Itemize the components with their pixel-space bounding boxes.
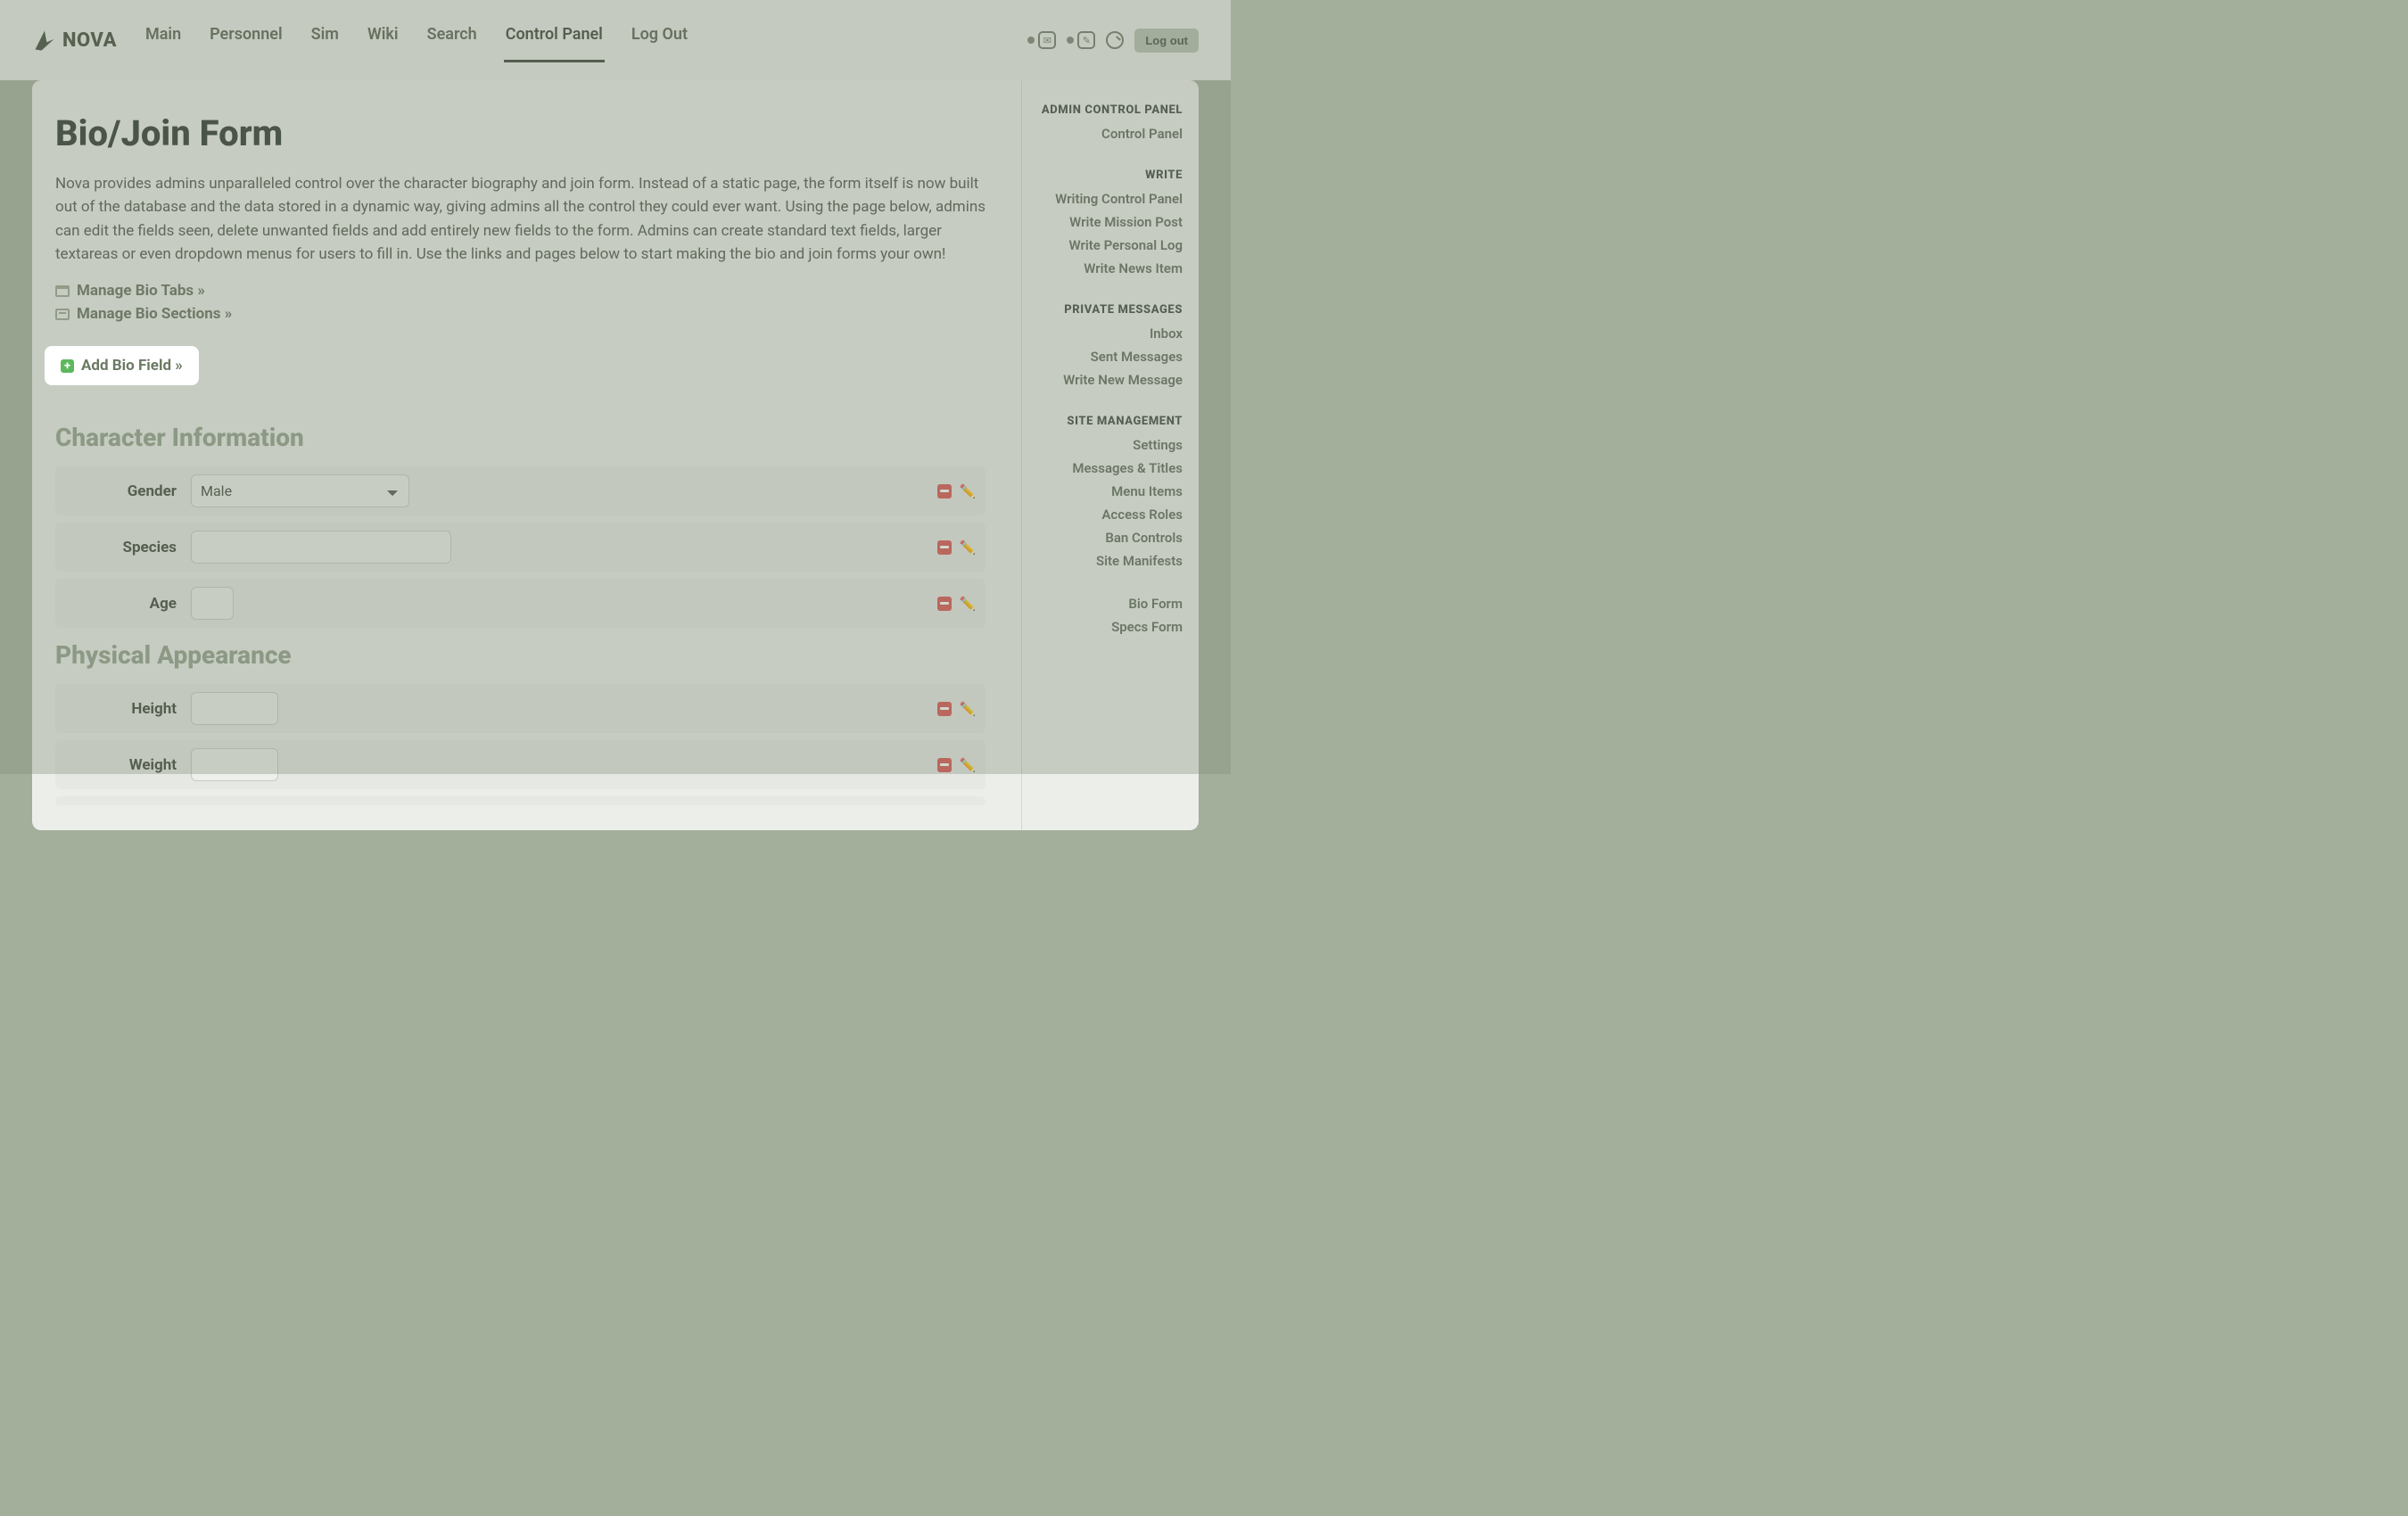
sidebar-link[interactable]: Write Personal Log [1022,237,1183,253]
field-input[interactable] [191,587,234,620]
sections-icon [55,307,70,321]
sidebar-link[interactable]: Messages & Titles [1022,460,1183,476]
form-row: Age ✏️ [55,579,985,628]
sidebar-link[interactable]: Sent Messages [1022,349,1183,365]
page-intro: Nova provides admins unparalleled contro… [55,172,985,266]
edit-icon[interactable]: ✏️ [961,758,975,772]
sidebar-link[interactable]: Bio Form [1022,596,1183,612]
nav-link[interactable]: Sim [309,18,341,62]
delete-icon[interactable] [937,758,952,772]
sidebar-link[interactable]: Specs Form [1022,619,1183,635]
field-input[interactable] [191,692,278,725]
nav-link[interactable]: Main [144,18,183,62]
form-row [55,796,985,805]
field-label: Age [66,595,191,613]
edit-icon[interactable]: ✏️ [961,597,975,611]
sidebar-link[interactable]: Write New Message [1022,372,1183,388]
field-select[interactable]: Male [191,474,409,507]
sidebar-heading: SITE MANAGEMENT [1022,415,1183,428]
nav-link[interactable]: Control Panel [504,18,605,62]
form-row: Weight ✏️ [55,740,985,789]
sidebar-link[interactable]: Inbox [1022,325,1183,342]
status-dot-icon [1027,37,1035,44]
plus-icon: + [61,359,74,373]
sidebar: ADMIN CONTROL PANEL Control Panel WRITE Wri… [1022,80,1199,830]
writing-indicator[interactable]: ✎ [1067,31,1095,49]
tabs-icon [55,284,70,298]
top-navigation: NOVA Main Personnel Sim Wiki Search Control P… [0,0,1231,80]
sidebar-link[interactable]: Access Roles [1022,507,1183,523]
primary-nav: Main Personnel Sim Wiki Search Control Panel L… [144,18,1027,62]
brand-text: NOVA [62,29,117,52]
logout-button[interactable]: Log out [1134,29,1199,53]
sidebar-group: Bio Form Specs Form [1022,596,1183,635]
nav-link[interactable]: Personnel [208,18,285,62]
field-label: Height [66,700,191,718]
brand-logo[interactable]: NOVA [32,28,117,53]
sidebar-link[interactable]: Control Panel [1022,126,1183,142]
sidebar-group: SITE MANAGEMENT Settings Messages & Titles… [1022,415,1183,569]
sidebar-link[interactable]: Writing Control Panel [1022,191,1183,207]
sidebar-link[interactable]: Write News Item [1022,260,1183,276]
field-label: Weight [66,756,191,774]
edit-icon[interactable]: ✏️ [961,540,975,555]
manage-links: Manage Bio Tabs » Manage Bio Sections » [55,282,985,323]
sidebar-heading: PRIVATE MESSAGES [1022,303,1183,317]
delete-icon[interactable] [937,484,952,498]
sidebar-link[interactable]: Settings [1022,437,1183,453]
section-title: Character Information [55,423,985,452]
sidebar-heading: ADMIN CONTROL PANEL [1022,103,1183,117]
edit-icon[interactable]: ✏️ [961,484,975,498]
inbox-indicator[interactable]: ✉ [1027,31,1056,49]
sidebar-group: ADMIN CONTROL PANEL Control Panel [1022,103,1183,142]
top-right-controls: ✉ ✎ Log out [1027,29,1199,53]
manage-bio-sections-link[interactable]: Manage Bio Sections » [77,305,232,323]
nav-link[interactable]: Search [425,18,479,62]
page-title: Bio/Join Form [55,112,985,154]
envelope-icon: ✉ [1038,31,1056,49]
field-label: Species [66,539,191,556]
section-title: Physical Appearance [55,640,985,670]
main-panel: Bio/Join Form Nova provides admins unpar… [32,80,1022,830]
status-dot-icon [1067,37,1074,44]
form-row: Height ✏️ [55,684,985,733]
sidebar-link[interactable]: Site Manifests [1022,553,1183,569]
nav-link[interactable]: Wiki [366,18,400,62]
field-label: Gender [66,482,191,500]
sidebar-link[interactable]: Menu Items [1022,483,1183,499]
add-bio-field-button[interactable]: + Add Bio Field » [45,346,199,385]
nav-link[interactable]: Log Out [630,18,689,62]
manage-bio-tabs-link[interactable]: Manage Bio Tabs » [77,282,205,300]
form-row: GenderMale ✏️ [55,466,985,515]
delete-icon[interactable] [937,702,952,716]
sidebar-group: PRIVATE MESSAGES Inbox Sent Messages Write … [1022,303,1183,388]
add-bio-field-label[interactable]: Add Bio Field » [81,357,183,375]
compose-icon: ✎ [1077,31,1095,49]
field-input[interactable] [191,531,451,564]
content-card: Bio/Join Form Nova provides admins unpar… [32,80,1199,830]
delete-icon[interactable] [937,540,952,555]
field-input[interactable] [191,748,278,781]
sidebar-link[interactable]: Write Mission Post [1022,214,1183,230]
dashboard-icon[interactable] [1106,31,1124,49]
edit-icon[interactable]: ✏️ [961,702,975,716]
sidebar-link[interactable]: Ban Controls [1022,530,1183,546]
delete-icon[interactable] [937,597,952,611]
sidebar-group: WRITE Writing Control Panel Write Mission … [1022,169,1183,276]
sidebar-heading: WRITE [1022,169,1183,182]
form-row: Species ✏️ [55,523,985,572]
nova-logo-icon [32,28,57,53]
